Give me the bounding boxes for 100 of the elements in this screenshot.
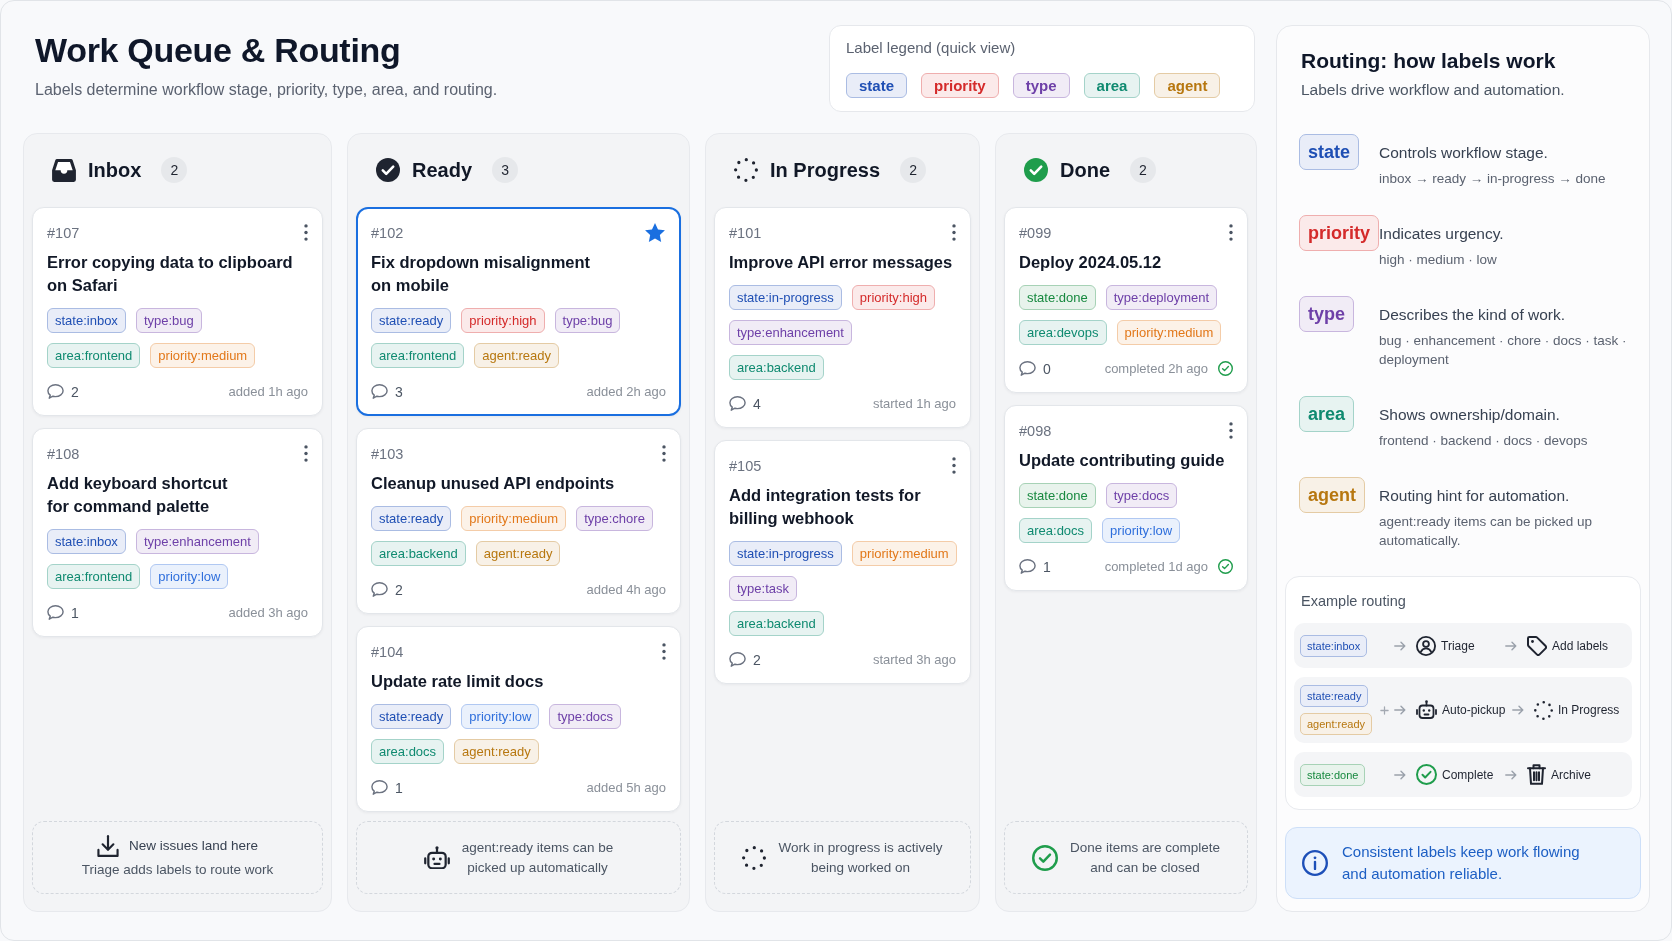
- trash-icon: [1527, 764, 1546, 785]
- issue-title: Deploy 2024.05.12: [1019, 252, 1163, 273]
- issue-card[interactable]: #098 Update contributing guide state:done type:docs area:docs priority:low 1 completed 1d ago: [1004, 405, 1248, 591]
- issue-card[interactable]: #103 Cleanup unused API endpoints state:ready priority:medium type:chore area:backend agent:ready 2 added 4h ago: [356, 428, 681, 614]
- label-tag: state:in-progress: [729, 541, 842, 566]
- label-values: frontend · backend · docs · devops: [1379, 432, 1588, 450]
- info-text: Consistent labels keep work flowing and automation reliable.: [1342, 842, 1580, 884]
- issue-card[interactable]: #104 Update rate limit docs state:ready priority:low type:docs area:docs agent:ready 1 added 5h ago: [356, 626, 681, 812]
- label-tag: priority:low: [461, 704, 540, 729]
- label-tag: state:inbox: [47, 529, 126, 554]
- plus-icon: [1379, 705, 1389, 715]
- arrow-icon: [1511, 705, 1524, 715]
- robot-icon: [1416, 700, 1437, 720]
- comment-icon: [47, 384, 64, 399]
- issue-id: #108: [47, 445, 80, 462]
- comment-icon: [1019, 361, 1036, 376]
- label-tag: agent:ready: [475, 541, 561, 566]
- issue-title: Update contributing guide: [1019, 450, 1226, 471]
- issue-id: #104: [371, 643, 404, 660]
- issue-card[interactable]: #107 Error copying data to clipboard on Safari state:inbox type:bug area:frontend priority:medium 2 added 1h ago: [32, 207, 323, 416]
- issue-card[interactable]: #099 Deploy 2024.05.12 state:done type:deployment area:devops priority:medium 0 completed 2h ago: [1004, 207, 1248, 393]
- label-tag: priority:low: [1102, 518, 1181, 543]
- comment-icon: [371, 780, 388, 795]
- legend-label: type: [1012, 73, 1070, 98]
- issue-card[interactable]: #105 Add integration tests for billing webhook state:in-progress priority:medium type:task area:backend 2 started 3h ago: [714, 440, 971, 684]
- tag-icon: [1527, 635, 1547, 656]
- more-icon[interactable]: [304, 445, 308, 462]
- label-tag: state:ready: [371, 308, 452, 333]
- more-icon[interactable]: [304, 224, 308, 241]
- issue-id: #103: [371, 445, 404, 462]
- comment-icon: [47, 605, 64, 620]
- label-tag: type:chore: [576, 506, 653, 531]
- page-title: Work Queue & Routing: [35, 30, 402, 70]
- more-icon[interactable]: [952, 457, 956, 474]
- star-icon[interactable]: [644, 223, 666, 242]
- comment-count: 2: [753, 651, 761, 668]
- page-subtitle: Labels determine workflow stage, priority, type, area, and routing.: [35, 80, 498, 100]
- issue-id: #102: [371, 224, 404, 241]
- comment-icon: [371, 384, 388, 399]
- label-tag: type:enhancement: [135, 529, 259, 554]
- check-circle-icon: [1416, 764, 1437, 785]
- label-tag: type:bug: [554, 308, 621, 333]
- issue-meta: started 3h ago: [872, 652, 956, 667]
- comment-icon: [371, 582, 388, 597]
- comment-icon: [729, 396, 746, 411]
- step-label: Triage: [1441, 638, 1475, 653]
- comment-count: 1: [1043, 558, 1051, 575]
- label-tag: area:frontend: [371, 343, 465, 368]
- label-tag: state:done: [1019, 285, 1096, 310]
- check-circle-icon: [1031, 844, 1058, 871]
- comment-count: 1: [395, 779, 403, 796]
- issue-meta: started 1h ago: [872, 396, 956, 411]
- user-circle-icon: [1416, 635, 1436, 656]
- label-tag: priority:medium: [1116, 320, 1222, 345]
- more-icon[interactable]: [1229, 224, 1233, 241]
- comment-count: 2: [395, 581, 403, 598]
- label-values: high · medium · low: [1379, 251, 1498, 269]
- label-tag: state:inbox: [47, 308, 126, 333]
- comment-count: 1: [71, 604, 79, 621]
- issue-title: Update rate limit docs: [371, 671, 545, 692]
- more-icon[interactable]: [1229, 422, 1233, 439]
- issue-id: #107: [47, 224, 80, 241]
- label-badge: type: [1299, 296, 1354, 332]
- label-tag: area:frontend: [47, 343, 141, 368]
- issue-id: #099: [1019, 224, 1052, 241]
- label-tag: type:docs: [1105, 483, 1178, 508]
- label-tag: state:in-progress: [729, 285, 842, 310]
- panel-title: Routing: how labels work: [1301, 48, 1557, 74]
- label-tag: agent:ready: [474, 343, 559, 368]
- item-count: 2: [900, 157, 927, 183]
- label-tag: agent:ready: [1300, 713, 1373, 735]
- label-tag: type:bug: [135, 308, 202, 333]
- label-tag: priority:low: [150, 564, 229, 589]
- download-icon: [96, 835, 119, 857]
- issue-card[interactable]: #108 Add keyboard shortcut for command palette state:inbox type:enhancement area:frontend priority:low 1 added 3h ago: [32, 428, 323, 637]
- dotted-circle-icon: [734, 158, 758, 182]
- label-tag: type:task: [729, 576, 798, 601]
- more-icon[interactable]: [952, 224, 956, 241]
- issue-title: Cleanup unused API endpoints: [371, 473, 616, 494]
- more-icon[interactable]: [662, 643, 666, 660]
- issue-id: #098: [1019, 422, 1052, 439]
- issue-title: Error copying data to clipboard on Safari: [47, 252, 294, 296]
- label-tag: state:ready: [371, 506, 452, 531]
- issue-card[interactable]: #102 Fix dropdown misalignment on mobile state:ready priority:high type:bug area:frontend agent:ready 3 added 2h ago: [356, 207, 681, 416]
- note-text: agent:ready items can be picked up automatically: [461, 838, 614, 877]
- label-description: Describes the kind of work.: [1379, 305, 1567, 325]
- info-icon: [1302, 850, 1328, 876]
- issue-title: Add integration tests for billing webhook: [729, 485, 922, 529]
- arrow-icon: [1505, 769, 1517, 780]
- check-circle-icon: [1024, 158, 1048, 182]
- comment-count: 4: [753, 395, 761, 412]
- inbox-icon: [52, 158, 76, 182]
- issue-meta: completed 2h ago: [1104, 361, 1208, 376]
- label-tag: priority:medium: [851, 541, 957, 566]
- label-tag: state:inbox: [1300, 634, 1368, 657]
- issue-card[interactable]: #101 Improve API error messages state:in-progress priority:high type:enhancement area:backend 4 started 1h ago: [714, 207, 971, 428]
- more-icon[interactable]: [662, 445, 666, 462]
- column-title: Inbox: [88, 158, 142, 182]
- comment-icon: [729, 652, 746, 667]
- legend-label: priority: [921, 73, 999, 98]
